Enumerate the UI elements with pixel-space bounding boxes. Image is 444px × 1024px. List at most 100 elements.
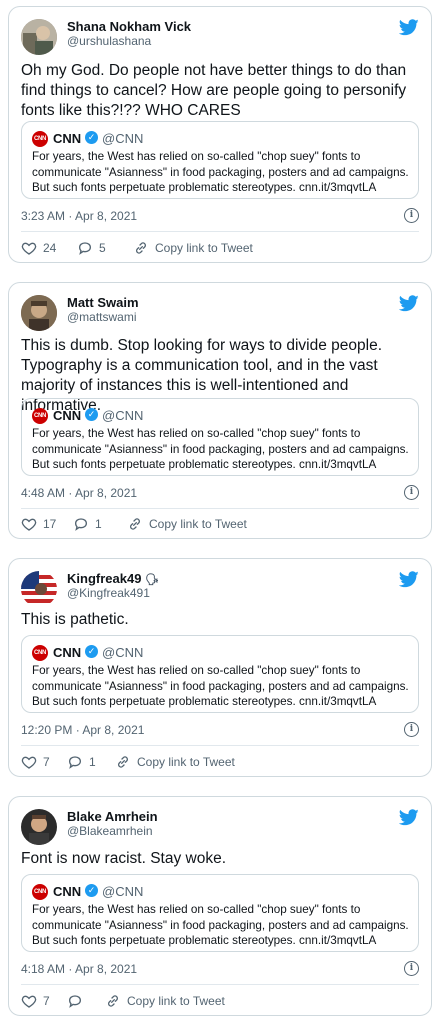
quoted-author-name: CNN: [53, 131, 82, 146]
twitter-bird-icon[interactable]: [399, 295, 419, 312]
reply-count: 1: [89, 755, 96, 769]
twitter-bird-icon[interactable]: [399, 571, 419, 588]
author-name-text: Kingfreak49: [67, 571, 142, 586]
reply-bubble-icon: [68, 756, 82, 769]
link-icon: [130, 518, 140, 530]
avatar[interactable]: [21, 571, 57, 607]
quoted-author-handle: @CNN: [102, 408, 144, 423]
info-icon[interactable]: i: [404, 208, 419, 223]
speaking-head-icon: 🗣: [145, 574, 160, 586]
quoted-author-name: CNN: [53, 645, 82, 660]
heart-icon: [21, 756, 37, 769]
like-button[interactable]: 24: [21, 240, 56, 256]
like-count: 24: [43, 241, 57, 255]
copy-link-label: Copy link to Tweet: [137, 755, 235, 769]
divider: [21, 745, 419, 746]
verified-badge-icon: ✓: [85, 131, 98, 144]
like-button[interactable]: 7: [21, 993, 50, 1009]
heart-icon: [21, 518, 37, 531]
quoted-author-handle: @CNN: [102, 131, 144, 146]
link-icon: [118, 756, 128, 768]
quoted-tweet[interactable]: CNN CNN ✓ @CNN For years, the West has r…: [21, 874, 419, 952]
avatar[interactable]: [21, 809, 57, 845]
cnn-logo: CNN: [32, 884, 48, 900]
author-handle[interactable]: @Kingfreak491: [67, 586, 150, 600]
info-icon[interactable]: i: [404, 961, 419, 976]
link-icon: [108, 995, 118, 1007]
tweet-actions: 7 Copy link to Tweet: [21, 993, 421, 1009]
author-handle[interactable]: @Blakeamrhein: [67, 824, 153, 838]
tweet-text: Oh my God. Do people not have better thi…: [21, 62, 407, 119]
tweet-text: This is pathetic.: [21, 611, 129, 628]
verified-badge-icon: ✓: [85, 645, 98, 658]
like-button[interactable]: 7: [21, 754, 50, 770]
tweet-card[interactable]: Shana Nokham Vick @urshulashana Oh my Go…: [8, 6, 432, 263]
like-count: 17: [43, 517, 57, 531]
quoted-tweet[interactable]: CNN CNN ✓ @CNN For years, the West has r…: [21, 635, 419, 713]
author-handle[interactable]: @urshulashana: [67, 34, 151, 48]
quoted-tweet-text: For years, the West has relied on so-cal…: [32, 903, 409, 947]
timestamp[interactable]: 12:20 PM · Apr 8, 2021: [21, 723, 144, 737]
quoted-author-handle: @CNN: [102, 884, 144, 899]
copy-link-button[interactable]: Copy link to Tweet: [133, 240, 253, 256]
quoted-author-name: CNN: [53, 408, 82, 423]
tweet-card[interactable]: Matt Swaim @mattswami This is dumb. Stop…: [8, 282, 432, 539]
reply-bubble-icon: [74, 518, 88, 531]
like-button[interactable]: 17: [21, 516, 56, 532]
quoted-tweet-text: For years, the West has relied on so-cal…: [32, 664, 409, 708]
tweet-actions: 24 5 Copy link to Tweet: [21, 240, 421, 256]
copy-link-button[interactable]: Copy link to Tweet: [105, 993, 225, 1009]
reply-bubble-icon: [68, 995, 82, 1008]
reply-button[interactable]: [67, 993, 89, 1009]
reply-button[interactable]: 1: [73, 516, 102, 532]
like-count: 7: [43, 994, 50, 1008]
author-name[interactable]: Kingfreak49 🗣: [67, 571, 159, 586]
cnn-logo: CNN: [32, 645, 48, 661]
copy-link-button[interactable]: Copy link to Tweet: [115, 754, 235, 770]
quoted-tweet[interactable]: CNN CNN ✓ @CNN For years, the West has r…: [21, 121, 419, 199]
tweet-text: Font is now racist. Stay woke.: [21, 850, 227, 867]
author-name[interactable]: Blake Amrhein: [67, 809, 158, 824]
tweet-actions: 7 1 Copy link to Tweet: [21, 754, 421, 770]
like-count: 7: [43, 755, 50, 769]
divider: [21, 508, 419, 509]
timestamp[interactable]: 4:18 AM · Apr 8, 2021: [21, 962, 137, 976]
avatar[interactable]: [21, 19, 57, 55]
quoted-author-handle: @CNN: [102, 645, 144, 660]
link-icon: [136, 242, 146, 254]
copy-link-button[interactable]: Copy link to Tweet: [127, 516, 247, 532]
quoted-author-name: CNN: [53, 884, 82, 899]
divider: [21, 984, 419, 985]
copy-link-label: Copy link to Tweet: [149, 517, 247, 531]
timestamp[interactable]: 3:23 AM · Apr 8, 2021: [21, 209, 137, 223]
timestamp[interactable]: 4:48 AM · Apr 8, 2021: [21, 486, 137, 500]
cnn-logo: CNN: [32, 408, 48, 424]
twitter-bird-icon[interactable]: [399, 809, 419, 826]
quoted-tweet-text: For years, the West has relied on so-cal…: [32, 150, 409, 194]
heart-icon: [21, 995, 37, 1008]
reply-bubble-icon: [78, 242, 92, 255]
reply-count: 1: [95, 517, 102, 531]
tweet-actions: 17 1 Copy link to Tweet: [21, 516, 421, 532]
reply-button[interactable]: 5: [77, 240, 106, 256]
info-icon[interactable]: i: [404, 485, 419, 500]
author-name[interactable]: Shana Nokham Vick: [67, 19, 191, 34]
tweet-card[interactable]: Kingfreak49 🗣 @Kingfreak491 This is path…: [8, 558, 432, 777]
tweet-card[interactable]: Blake Amrhein @Blakeamrhein Font is now …: [8, 796, 432, 1016]
quoted-tweet-text: For years, the West has relied on so-cal…: [32, 427, 409, 471]
heart-icon: [21, 242, 37, 255]
twitter-bird-icon[interactable]: [399, 19, 419, 36]
copy-link-label: Copy link to Tweet: [127, 994, 225, 1008]
divider: [21, 231, 419, 232]
author-name[interactable]: Matt Swaim: [67, 295, 139, 310]
author-handle[interactable]: @mattswami: [67, 310, 137, 324]
copy-link-label: Copy link to Tweet: [155, 241, 253, 255]
avatar[interactable]: [21, 295, 57, 331]
reply-button[interactable]: 1: [67, 754, 96, 770]
reply-count: 5: [99, 241, 106, 255]
verified-badge-icon: ✓: [85, 408, 98, 421]
verified-badge-icon: ✓: [85, 884, 98, 897]
quoted-tweet[interactable]: CNN CNN ✓ @CNN For years, the West has r…: [21, 398, 419, 476]
cnn-logo: CNN: [32, 131, 48, 147]
info-icon[interactable]: i: [404, 722, 419, 737]
